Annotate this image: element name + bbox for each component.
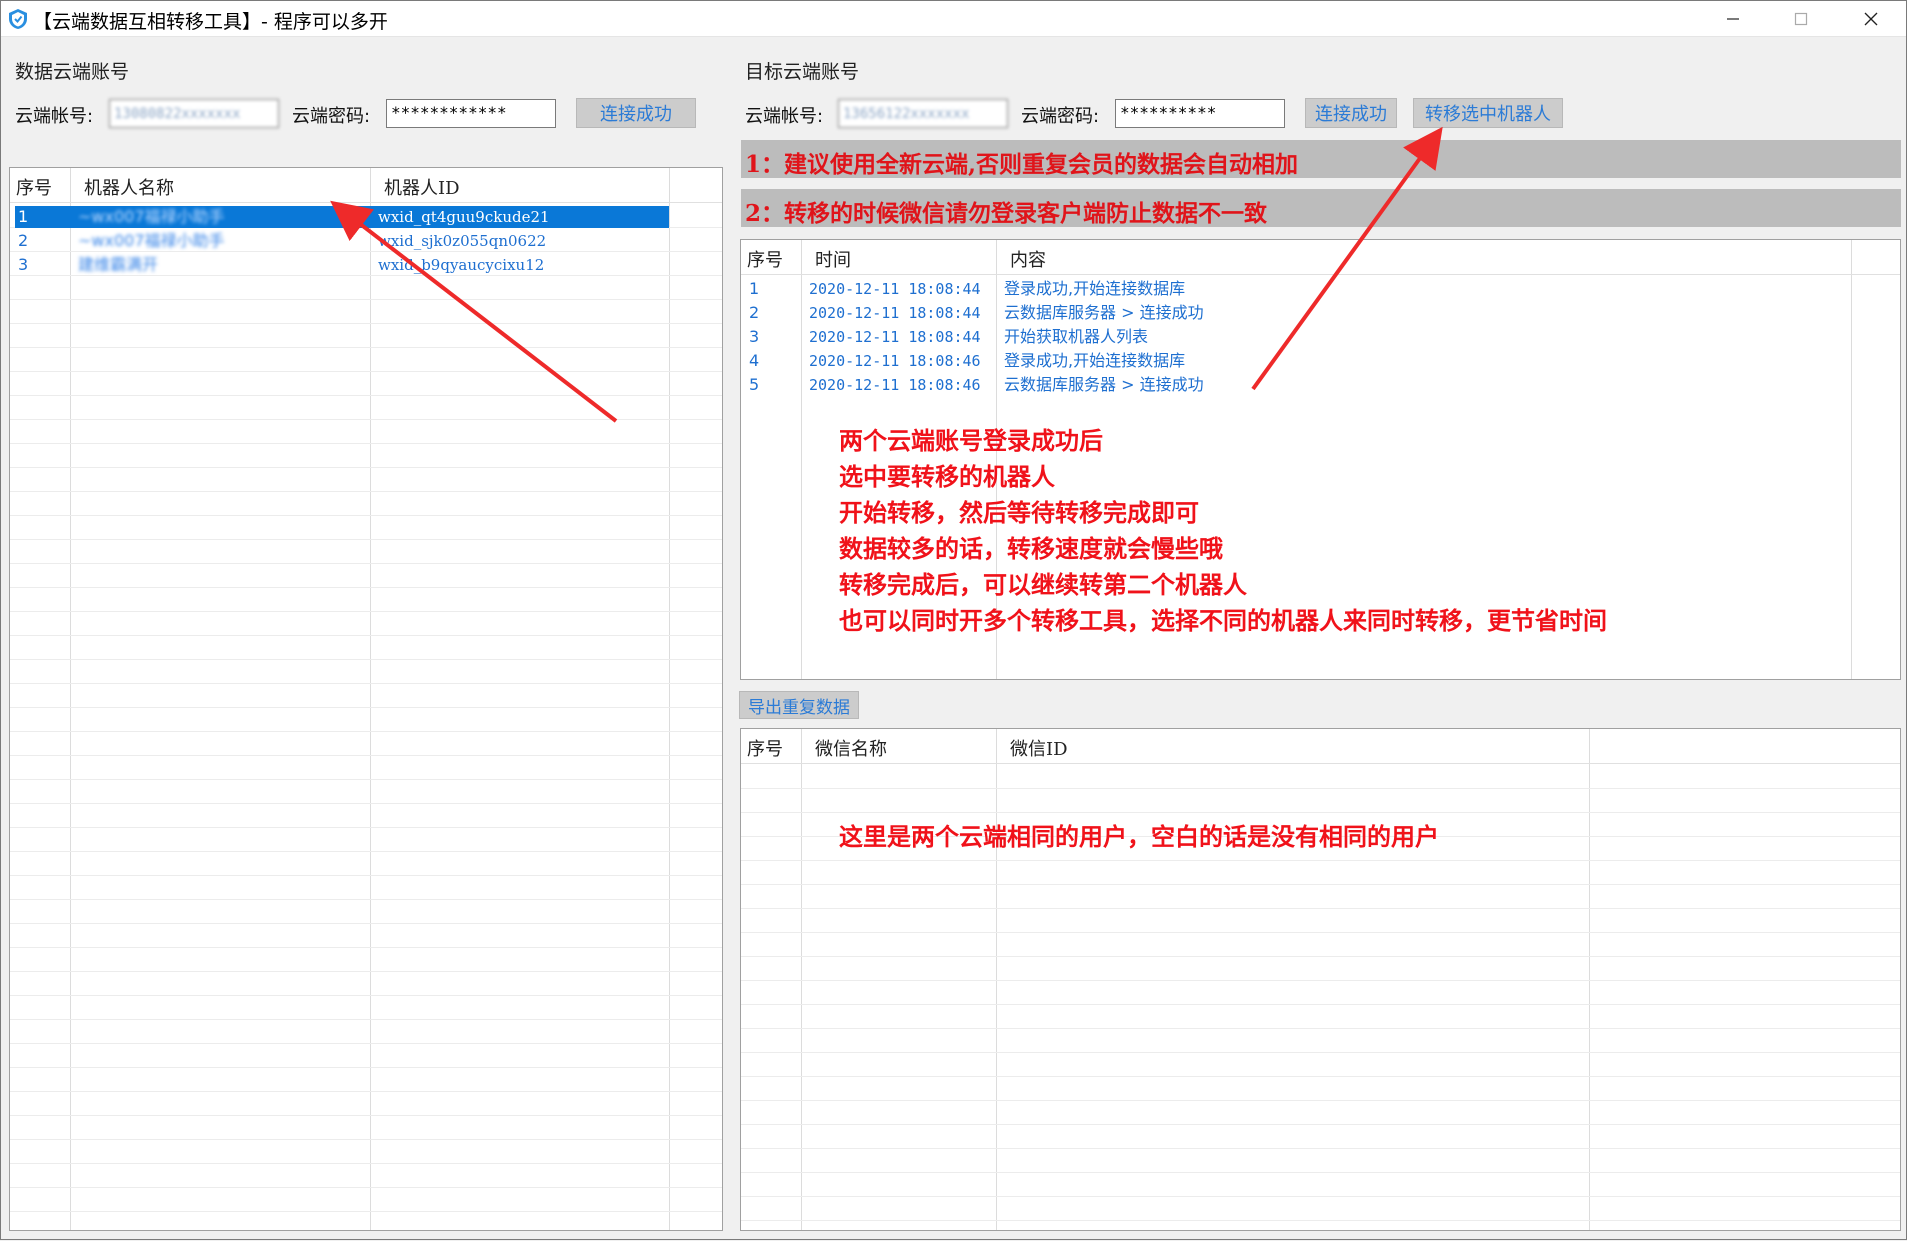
log-col-no[interactable]: 序号: [741, 240, 801, 274]
close-icon: [1864, 12, 1878, 26]
log-time: 2020-12-11 18:08:46: [809, 376, 981, 394]
log-time: 2020-12-11 18:08:46: [809, 352, 981, 370]
target-group-label: 目标云端账号: [745, 61, 860, 83]
robot-col-no[interactable]: 序号: [10, 168, 70, 202]
log-col-time[interactable]: 时间: [809, 240, 989, 274]
export-duplicates-button[interactable]: 导出重复数据: [739, 691, 859, 719]
robot-table[interactable]: 序号 机器人名称 机器人ID 1 ~wx007福禄小助手 wxid_qt4guu…: [9, 167, 723, 1231]
log-content: 登录成功,开始连接数据库: [1004, 351, 1186, 370]
log-time: 2020-12-11 18:08:44: [809, 328, 981, 346]
source-password-label: 云端密码:: [292, 106, 371, 127]
row-robot-id: wxid_b9qyaucycixu12: [378, 256, 545, 274]
target-password-input[interactable]: **********: [1115, 99, 1285, 128]
row-no: 1: [18, 207, 29, 226]
target-password-label: 云端密码:: [1021, 106, 1100, 127]
dup-col-wechat-name[interactable]: 微信名称: [809, 729, 989, 763]
maximize-icon: [1794, 12, 1808, 26]
log-no: 2: [749, 303, 760, 322]
log-no: 1: [749, 279, 760, 298]
row-robot-id: wxid_sjk0z055qn0622: [378, 232, 547, 250]
app-shield-icon: [9, 9, 27, 29]
log-content: 开始获取机器人列表: [1004, 327, 1149, 346]
row-no: 2: [18, 231, 29, 250]
source-group-label: 数据云端账号: [15, 61, 130, 83]
log-no: 4: [749, 351, 760, 370]
maximize-button[interactable]: [1767, 1, 1835, 37]
instruction-line: 也可以同时开多个转移工具，选择不同的机器人来同时转移，更节省时间: [839, 607, 1607, 635]
dup-col-wechat-id[interactable]: 微信ID: [1004, 729, 1304, 763]
dup-col-no[interactable]: 序号: [741, 729, 801, 763]
target-connect-button[interactable]: 连接成功: [1305, 98, 1397, 128]
row-robot-name: ~wx007福禄小助手: [78, 207, 225, 226]
title-bar[interactable]: 【云端数据互相转移工具】- 程序可以多开: [1, 1, 1906, 37]
window-title: 【云端数据互相转移工具】- 程序可以多开: [33, 11, 388, 33]
log-col-content[interactable]: 内容: [1004, 240, 1404, 274]
duplicate-users-table[interactable]: 序号 微信名称 微信ID: [740, 728, 1901, 1231]
instruction-line: 转移完成后，可以继续转第二个机器人: [839, 571, 1247, 599]
transfer-selected-robot-button[interactable]: 转移选中机器人: [1413, 98, 1563, 128]
close-button[interactable]: [1837, 1, 1905, 37]
log-time: 2020-12-11 18:08:44: [809, 280, 981, 298]
target-account-label: 云端帐号:: [745, 106, 824, 127]
log-content: 云数据库服务器 > 连接成功: [1004, 375, 1204, 394]
instruction-line: 开始转移，然后等待转移完成即可: [839, 499, 1199, 527]
instruction-annotations: 两个云端账号登录成功后 选中要转移的机器人 开始转移，然后等待转移完成即可 数据…: [839, 423, 1607, 639]
log-content: 云数据库服务器 > 连接成功: [1004, 303, 1204, 322]
log-time: 2020-12-11 18:08:44: [809, 304, 981, 322]
notice-1: 1：建议使用全新云端,否则重复会员的数据会自动相加: [741, 140, 1901, 178]
instruction-line: 数据较多的话，转移速度就会慢些哦: [839, 535, 1223, 563]
row-robot-name: 建维霸满开: [78, 255, 159, 274]
source-password-input[interactable]: ************: [386, 99, 556, 128]
source-account-input[interactable]: 13080822xxxxxxx: [109, 99, 279, 128]
row-robot-name: ~wx007福禄小助手: [78, 231, 225, 250]
row-robot-id: wxid_qt4guu9ckude21: [378, 208, 550, 226]
row-no: 3: [18, 255, 29, 274]
log-no: 3: [749, 327, 760, 346]
log-content: 登录成功,开始连接数据库: [1004, 279, 1186, 298]
minimize-icon: [1727, 18, 1739, 20]
source-connect-button[interactable]: 连接成功: [576, 98, 696, 128]
source-account-label: 云端帐号:: [15, 106, 94, 127]
instruction-line: 选中要转移的机器人: [839, 463, 1055, 491]
duplicate-note-annotation: 这里是两个云端相同的用户，空白的话是没有相同的用户: [839, 823, 1439, 851]
log-no: 5: [749, 375, 760, 394]
app-window: 【云端数据互相转移工具】- 程序可以多开 数据云端账号 云端帐号: 130808…: [0, 0, 1907, 1240]
robot-col-name[interactable]: 机器人名称: [78, 168, 368, 202]
minimize-button[interactable]: [1699, 1, 1767, 37]
target-account-input[interactable]: 13656122xxxxxxx: [838, 99, 1008, 128]
notice-2: 2：转移的时候微信请勿登录客户端防止数据不一致: [741, 189, 1901, 227]
robot-col-id[interactable]: 机器人ID: [378, 168, 668, 202]
instruction-line: 两个云端账号登录成功后: [839, 427, 1103, 455]
